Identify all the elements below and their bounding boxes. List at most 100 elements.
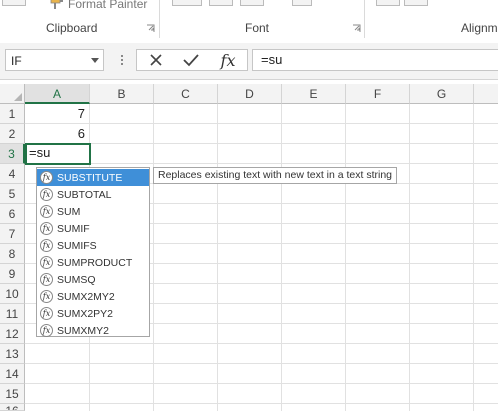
- row-header-4[interactable]: 4: [0, 164, 25, 184]
- autocomplete-item-sumsq[interactable]: fx SUMSQ: [37, 271, 149, 288]
- enter-button[interactable]: [176, 50, 206, 70]
- font-group-label: Font: [245, 21, 270, 35]
- cell-a2[interactable]: 6: [25, 124, 89, 144]
- clipboard-launcher-icon[interactable]: [146, 24, 155, 33]
- autocomplete-item-subtotal[interactable]: fx SUBTOTAL: [37, 186, 149, 203]
- autocomplete-item-label: SUMX2PY2: [57, 307, 114, 320]
- select-all-button[interactable]: [0, 84, 25, 104]
- function-tooltip: Replaces existing text with new text in …: [153, 167, 398, 184]
- autocomplete-item-sumproduct[interactable]: fx SUMPRODUCT: [37, 254, 149, 271]
- gridline: [25, 123, 498, 124]
- autocomplete-item-sumif[interactable]: fx SUMIF: [37, 220, 149, 237]
- autocomplete-item-label: SUMXMY2: [57, 324, 109, 337]
- function-icon: fx: [40, 324, 53, 337]
- font-launcher-icon[interactable]: [352, 24, 361, 33]
- autocomplete-item-label: SUMSQ: [57, 273, 96, 286]
- ribbon-separator: [364, 0, 365, 38]
- check-icon: [183, 54, 199, 67]
- gridline: [25, 343, 498, 344]
- row-header-5[interactable]: 5: [0, 184, 25, 204]
- font-control-stub[interactable]: [209, 0, 233, 6]
- function-icon: fx: [40, 205, 53, 218]
- autocomplete-item-label: SUBSTITUTE: [57, 171, 123, 184]
- column-header-c[interactable]: C: [154, 84, 218, 104]
- function-icon: fx: [40, 256, 53, 269]
- gridline: [25, 383, 498, 384]
- autocomplete-item-sum[interactable]: fx SUM: [37, 203, 149, 220]
- gridline: [409, 104, 410, 411]
- gridline: [153, 104, 154, 411]
- autocomplete-item-label: SUMPRODUCT: [57, 256, 133, 269]
- row-header-1[interactable]: 1: [0, 104, 25, 124]
- cell-a3-active[interactable]: =su: [25, 143, 91, 165]
- format-painter-button[interactable]: Format Painter: [50, 0, 147, 11]
- autocomplete-item-substitute[interactable]: fx SUBSTITUTE: [37, 169, 149, 186]
- row-header-16[interactable]: 16: [0, 404, 25, 411]
- gridline: [281, 104, 282, 411]
- ribbon-separator: [159, 0, 160, 38]
- alignment-control-stub[interactable]: [376, 0, 400, 6]
- autocomplete-item-label: SUMIF: [57, 222, 90, 235]
- autocomplete-item-label: SUM: [57, 205, 81, 218]
- column-header-b[interactable]: B: [90, 84, 154, 104]
- gridline: [25, 403, 498, 404]
- row-header-11[interactable]: 11: [0, 304, 25, 324]
- row-header-13[interactable]: 13: [0, 344, 25, 364]
- column-header-f[interactable]: F: [346, 84, 410, 104]
- column-header-h[interactable]: [474, 84, 498, 104]
- row-header-3[interactable]: 3: [0, 144, 25, 164]
- alignment-control-stub[interactable]: [404, 0, 428, 6]
- gridline: [25, 363, 498, 364]
- column-header-g[interactable]: G: [410, 84, 474, 104]
- function-icon: fx: [40, 273, 53, 286]
- cell-a1[interactable]: 7: [25, 104, 89, 124]
- ribbon: Format Painter Clipboard Font Alignm: [0, 0, 498, 44]
- autocomplete-item-sumifs[interactable]: fx SUMIFS: [37, 237, 149, 254]
- row-header-7[interactable]: 7: [0, 224, 25, 244]
- cancel-button[interactable]: [141, 50, 171, 70]
- row-header-8[interactable]: 8: [0, 244, 25, 264]
- gridline: [25, 143, 498, 144]
- function-icon: fx: [40, 188, 53, 201]
- row-header-15[interactable]: 15: [0, 384, 25, 404]
- font-control-stub[interactable]: [292, 0, 312, 6]
- row-header-14[interactable]: 14: [0, 364, 25, 384]
- paste-button-stub[interactable]: [2, 0, 26, 6]
- column-header-a[interactable]: A: [25, 84, 90, 104]
- autocomplete-item-label: SUBTOTAL: [57, 188, 112, 201]
- row-header-9[interactable]: 9: [0, 264, 25, 284]
- paintbrush-icon: [50, 0, 63, 9]
- function-autocomplete-list: fx SUBSTITUTE fx SUBTOTAL fx SUM fx SUMIF fx…: [36, 167, 150, 337]
- row-header-6[interactable]: 6: [0, 204, 25, 224]
- function-icon: fx: [40, 171, 53, 184]
- column-header-d[interactable]: D: [218, 84, 282, 104]
- gridline: [473, 104, 474, 411]
- format-painter-label: Format Painter: [68, 0, 148, 11]
- name-box-value: IF: [11, 54, 22, 68]
- chevron-down-icon[interactable]: [91, 58, 99, 63]
- insert-function-button[interactable]: fx: [213, 50, 243, 70]
- formula-input[interactable]: =su: [252, 49, 498, 71]
- formula-bar: IF fx =su: [0, 43, 498, 80]
- function-icon: fx: [40, 239, 53, 252]
- column-header-e[interactable]: E: [282, 84, 346, 104]
- alignment-group-label: Alignm: [461, 21, 498, 35]
- autocomplete-item-sumx2py2[interactable]: fx SUMX2PY2: [37, 305, 149, 322]
- function-icon: fx: [220, 50, 236, 70]
- clipboard-group-label: Clipboard: [46, 21, 98, 35]
- resize-handle-icon[interactable]: [121, 55, 124, 67]
- autocomplete-item-label: SUMX2MY2: [57, 290, 115, 303]
- autocomplete-item-sumxmy2[interactable]: fx SUMXMY2: [37, 322, 149, 339]
- gridline: [345, 104, 346, 411]
- row-header-12[interactable]: 12: [0, 324, 25, 344]
- name-box[interactable]: IF: [5, 49, 104, 71]
- font-control-stub[interactable]: [240, 0, 264, 6]
- function-icon: fx: [40, 222, 53, 235]
- autocomplete-item-sumx2my2[interactable]: fx SUMX2MY2: [37, 288, 149, 305]
- font-control-stub[interactable]: [172, 0, 202, 6]
- row-header-2[interactable]: 2: [0, 124, 25, 144]
- x-icon: [150, 54, 162, 66]
- gridline: [217, 104, 218, 411]
- function-icon: fx: [40, 290, 53, 303]
- row-header-10[interactable]: 10: [0, 284, 25, 304]
